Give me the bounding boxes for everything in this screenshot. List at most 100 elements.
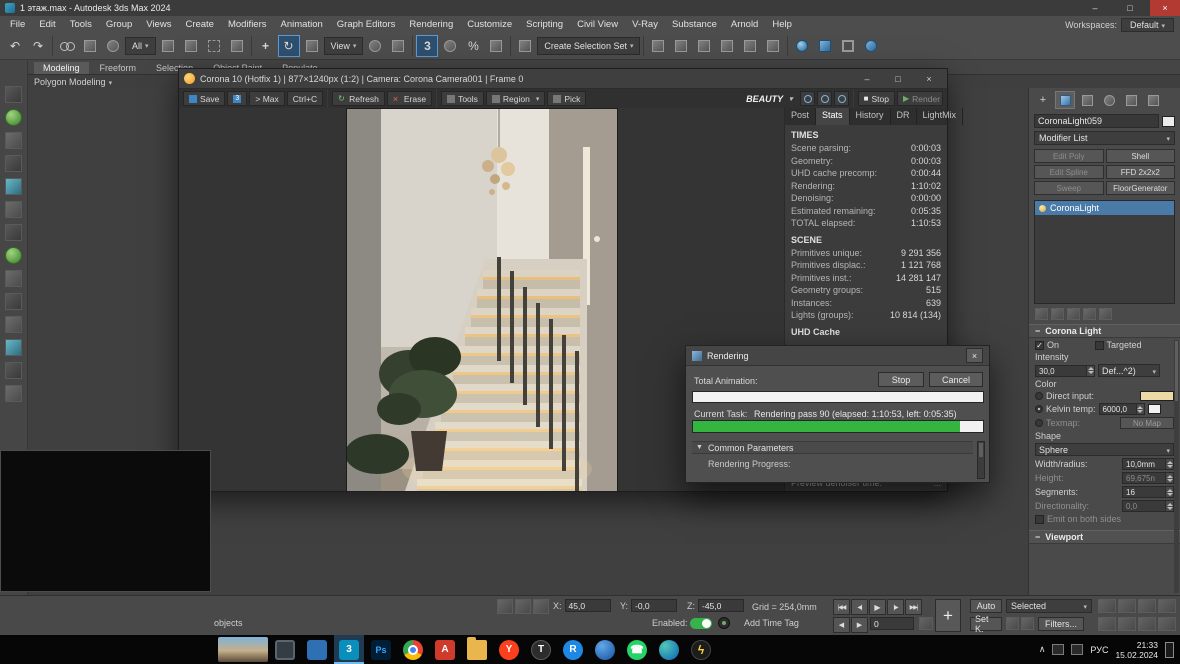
taskbar-icon-3ds-max[interactable]: 3 [334, 635, 364, 664]
selected-dropdown[interactable]: Selected [1006, 599, 1092, 613]
snaps-toggle-icon[interactable] [416, 35, 438, 57]
ribbon-tab-modeling[interactable]: Modeling [34, 62, 89, 74]
hierarchy-tab-icon[interactable] [1077, 91, 1097, 109]
selection-lock-toggle[interactable] [515, 599, 531, 614]
stack-item-coronalight[interactable]: CoronaLight [1035, 201, 1174, 215]
taskbar-icon-whatsapp[interactable]: ☎ [622, 635, 652, 664]
edit-named-selections-icon[interactable] [514, 35, 536, 57]
common-parameters-section[interactable]: ▼ Common Parameters [692, 441, 973, 454]
show-end-result-icon[interactable] [1051, 308, 1064, 320]
remove-modifier-icon[interactable] [1083, 308, 1096, 320]
menu-scripting[interactable]: Scripting [519, 16, 570, 33]
select-and-scale-icon[interactable] [301, 35, 323, 57]
command-panel-scrollbar[interactable] [1174, 340, 1179, 593]
taskbar-icon-zona[interactable]: ϟ [686, 635, 716, 664]
menu-edit[interactable]: Edit [32, 16, 62, 33]
curve-editor-icon[interactable] [739, 35, 761, 57]
isolate-selection-toggle[interactable] [497, 599, 513, 614]
redo-icon[interactable] [27, 35, 49, 57]
menu-views[interactable]: Views [139, 16, 178, 33]
create-selection-set-dropdown[interactable]: Create Selection Set [537, 37, 640, 55]
menu-arnold[interactable]: Arnold [724, 16, 765, 33]
pan-view-icon[interactable] [1098, 599, 1116, 613]
language-indicator[interactable]: РУС [1090, 645, 1108, 655]
corona-light-rollout-header[interactable]: − Corona Light [1029, 324, 1180, 338]
material-editor-icon[interactable] [791, 35, 813, 57]
tab-history[interactable]: History [850, 108, 891, 125]
menu-graph-editors[interactable]: Graph Editors [330, 16, 403, 33]
tab-stats[interactable]: Stats [816, 108, 850, 125]
x-coordinate-field[interactable]: 45,0 [565, 599, 611, 612]
z-coordinate-field[interactable]: -45,0 [698, 599, 744, 612]
corona-frame-chip[interactable]: 3 [227, 91, 247, 106]
texmap-radio[interactable] [1035, 419, 1043, 427]
left-tool-icon-10[interactable] [5, 293, 22, 310]
zoom-in-icon[interactable] [817, 91, 832, 106]
menu-create[interactable]: Create [178, 16, 221, 33]
menu-civil-view[interactable]: Civil View [570, 16, 625, 33]
object-color-swatch[interactable] [1162, 116, 1175, 127]
zoom-1to1-icon[interactable] [800, 91, 815, 106]
close-button[interactable]: × [1150, 0, 1180, 16]
dialog-scrollbar[interactable] [977, 441, 985, 479]
sweep-button[interactable]: Sweep [1034, 181, 1104, 195]
corona-render-button[interactable]: ▶ Render [897, 91, 943, 106]
action-center-icon[interactable] [1165, 642, 1174, 658]
pin-stack-icon[interactable] [1035, 308, 1048, 320]
menu-group[interactable]: Group [99, 16, 139, 33]
taskbar-icon-chrome[interactable] [398, 635, 428, 664]
selection-region-icon[interactable] [203, 35, 225, 57]
kelvin-spinner[interactable]: 6000,0 [1099, 403, 1145, 415]
frame-forward-button[interactable]: ▶ [851, 617, 868, 633]
angle-snap-icon[interactable] [439, 35, 461, 57]
intensity-unit-dropdown[interactable]: Def...^2) [1098, 364, 1160, 377]
select-and-link-icon[interactable] [56, 35, 78, 57]
rendering-dialog-titlebar[interactable]: Rendering × [686, 346, 989, 366]
maximize-viewport-icon[interactable] [1158, 599, 1176, 613]
spinner-snap-icon[interactable] [485, 35, 507, 57]
left-tool-icon-14[interactable] [5, 385, 22, 402]
add-time-tag[interactable]: Add Time Tag [744, 618, 799, 628]
key-mode-icon[interactable] [919, 617, 933, 630]
corona-minimize-button[interactable]: – [854, 70, 880, 88]
frame-number-field[interactable]: 0 [870, 617, 914, 630]
left-tool-icon-12[interactable] [5, 339, 22, 356]
tab-dr[interactable]: DR [891, 108, 917, 125]
workspace-dropdown[interactable]: Default [1121, 18, 1174, 32]
zoom-view-icon[interactable] [1118, 599, 1136, 613]
direct-input-radio[interactable] [1035, 392, 1043, 400]
percent-snap-icon[interactable] [462, 35, 484, 57]
left-tool-icon-8[interactable] [5, 247, 22, 264]
auto-key-button[interactable]: Auto [970, 599, 1002, 613]
isolate-view-icon[interactable] [1158, 617, 1176, 631]
taskbar-icon-red-a[interactable]: A [430, 635, 460, 664]
corona-refresh-button[interactable]: Refresh [332, 91, 385, 106]
select-and-rotate-icon[interactable] [278, 35, 300, 57]
go-to-end-button[interactable]: ▶▶| [905, 599, 922, 615]
corona-copy-button[interactable]: Ctrl+C [287, 91, 323, 106]
left-tool-icon-7[interactable] [5, 224, 22, 241]
volume-tray-icon[interactable] [1071, 644, 1083, 655]
corona-to-max-button[interactable]: > Max [249, 91, 284, 106]
render-setup-icon[interactable] [814, 35, 836, 57]
corona-save-button[interactable]: Save [183, 91, 225, 106]
next-frame-button[interactable]: |▶ [887, 599, 904, 615]
edit-spline-button[interactable]: Edit Spline [1034, 165, 1104, 179]
unlink-selection-icon[interactable] [79, 35, 101, 57]
left-tool-icon-9[interactable] [5, 270, 22, 287]
select-by-name-icon[interactable] [180, 35, 202, 57]
select-object-icon[interactable] [157, 35, 179, 57]
make-unique-icon[interactable] [1067, 308, 1080, 320]
menu-vray[interactable]: V-Ray [625, 16, 665, 33]
mirror-icon[interactable] [647, 35, 669, 57]
left-tool-icon-13[interactable] [5, 362, 22, 379]
taskbar-icon-blue-circle[interactable] [590, 635, 620, 664]
shell-button[interactable]: Shell [1106, 149, 1176, 163]
dialog-cancel-button[interactable]: Cancel [929, 372, 983, 387]
taskbar-icon-dark-t[interactable]: T [526, 635, 556, 664]
menu-animation[interactable]: Animation [274, 16, 330, 33]
left-tool-icon-2[interactable] [5, 109, 22, 126]
tab-post[interactable]: Post [785, 108, 816, 125]
corona-titlebar[interactable]: Corona 10 (Hotfix 1) | 877×1240px (1:2) … [179, 69, 947, 89]
left-tool-icon-5[interactable] [5, 178, 22, 195]
